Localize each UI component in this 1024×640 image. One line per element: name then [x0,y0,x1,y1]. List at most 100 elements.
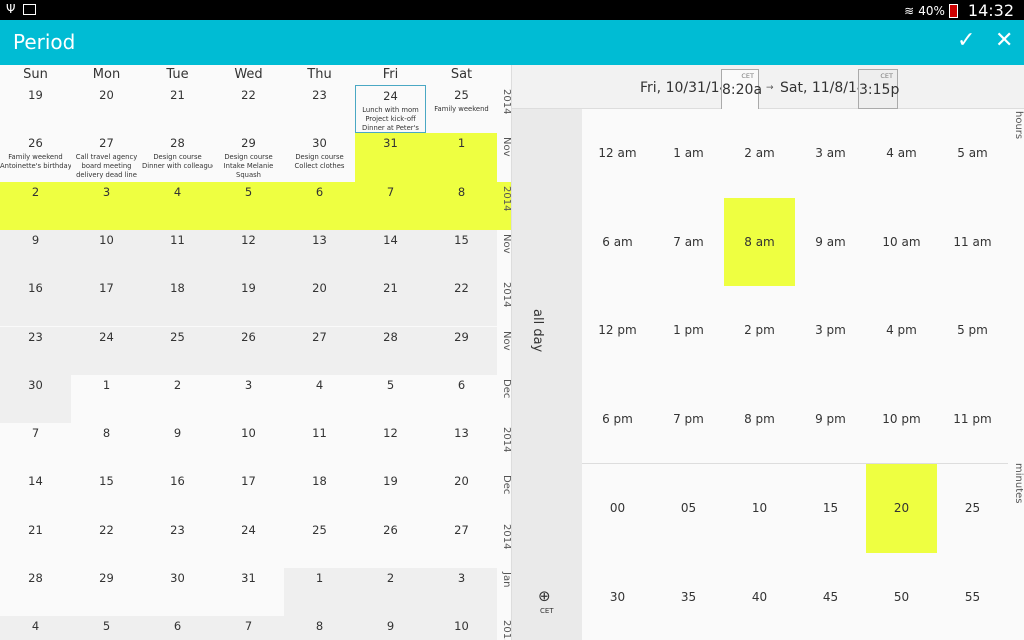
calendar-day[interactable]: 26 [213,326,284,375]
minute-option[interactable]: 55 [937,553,1008,640]
calendar-day[interactable]: 16 [0,278,71,327]
hour-option[interactable]: 11 am [937,198,1008,287]
calendar-day[interactable]: 25 [284,520,355,568]
calendar-day[interactable]: 2 [355,568,426,617]
calendar-day[interactable]: 24 [213,520,284,568]
calendar-day[interactable]: 3 [71,181,142,230]
calendar-day[interactable]: 4 [142,181,213,230]
calendar-day[interactable]: 20 [71,85,142,133]
calendar-day[interactable]: 23 [284,85,355,133]
calendar-day[interactable]: 22 [213,85,284,133]
calendar-day[interactable]: 29 Design course Intake Melanie Squash [213,133,284,181]
calendar-day[interactable]: 10 [426,616,497,640]
hour-option[interactable]: 10 pm [866,375,937,464]
calendar-day[interactable]: 1 [426,133,497,182]
calendar-day[interactable]: 8 [284,616,355,640]
minute-option[interactable]: 40 [724,553,795,640]
calendar-day[interactable]: 12 [213,229,284,279]
calendar-day[interactable]: 6 [284,181,355,230]
calendar-day[interactable]: 10 [71,229,142,279]
calendar-day[interactable]: 24 Lunch with mom Project kick-off Dinner a… [355,85,426,134]
hour-option[interactable]: 8 pm [724,375,795,464]
calendar-day[interactable]: 10 [213,423,284,471]
minute-option[interactable]: 05 [653,464,724,553]
calendar-day[interactable]: 26 [355,520,426,568]
calendar-day[interactable]: 5 [71,616,142,640]
calendar-day[interactable]: 6 [142,616,213,640]
close-button[interactable]: ✕ [995,28,1013,53]
calendar-day[interactable]: 18 [142,278,213,327]
minute-option[interactable]: 20 [866,464,937,553]
calendar-day[interactable]: 2 [142,375,213,423]
calendar-day[interactable]: 25 [142,326,213,375]
calendar-day[interactable]: 5 [355,375,426,423]
end-time-tab[interactable]: CET 3:15p [858,69,899,109]
calendar-day[interactable]: 16 [142,471,213,519]
calendar-day[interactable]: 20 [426,471,497,519]
calendar-day[interactable]: 15 [71,471,142,519]
calendar-day[interactable]: 3 [426,568,497,617]
calendar-day[interactable]: 19 [0,85,71,133]
calendar-day[interactable]: 9 [0,229,71,279]
hour-option[interactable]: 6 am [582,198,653,287]
minute-option[interactable]: 10 [724,464,795,553]
calendar-day[interactable]: 21 [355,278,426,327]
calendar-day[interactable]: 13 [426,423,497,471]
minute-option[interactable]: 15 [795,464,866,553]
hour-option[interactable]: 4 am [866,109,937,198]
hour-option[interactable]: 1 pm [653,286,724,375]
calendar-day[interactable]: 7 [213,616,284,640]
calendar-day[interactable]: 28 Design course Dinner with colleagues [142,133,213,181]
calendar-day[interactable]: 6 [426,375,497,423]
hour-option[interactable]: 1 am [653,109,724,198]
calendar-day[interactable]: 4 [284,375,355,423]
calendar-day[interactable]: 28 [355,326,426,375]
calendar-day[interactable]: 9 [355,616,426,640]
hour-option[interactable]: 2 am [724,109,795,198]
start-date[interactable]: Fri, 10/31/14 [640,80,728,96]
calendar-day[interactable]: 12 [355,423,426,471]
hour-option[interactable]: 2 pm [724,286,795,375]
calendar-day[interactable]: 19 [355,471,426,519]
calendar-day[interactable]: 5 [213,181,284,230]
calendar-day[interactable]: 20 [284,278,355,327]
calendar-day[interactable]: 21 [142,85,213,133]
calendar-day[interactable]: 19 [213,278,284,327]
end-date[interactable]: Sat, 11/8/14 [780,80,866,96]
calendar-day[interactable]: 14 [0,471,71,519]
calendar-day[interactable]: 13 [284,229,355,279]
calendar-day[interactable]: 23 [142,520,213,568]
minute-option[interactable]: 25 [937,464,1008,553]
hour-option[interactable]: 3 pm [795,286,866,375]
calendar-day[interactable]: 29 [71,568,142,616]
calendar-day[interactable]: 26 Family weekend Antoinette's birthday [0,133,71,181]
calendar-day[interactable]: 11 [142,229,213,279]
calendar-day[interactable]: 9 [142,423,213,471]
calendar-day[interactable]: 30 [0,374,71,424]
minute-option[interactable]: 00 [582,464,653,553]
minute-option[interactable]: 45 [795,553,866,640]
calendar-day[interactable]: 18 [284,471,355,519]
hour-option[interactable]: 5 am [937,109,1008,198]
calendar-day[interactable]: 7 [0,423,71,471]
hour-option[interactable]: 12 pm [582,286,653,375]
calendar-day[interactable]: 22 [71,520,142,568]
calendar-day[interactable]: 30 [142,568,213,616]
hour-option[interactable]: 6 pm [582,375,653,464]
hour-option[interactable]: 11 pm [937,375,1008,464]
hour-option[interactable]: 8 am [724,197,795,286]
calendar-day[interactable]: 8 [426,181,497,230]
calendar-day[interactable]: 27 [284,326,355,375]
calendar-day[interactable]: 17 [213,471,284,519]
calendar-day[interactable]: 23 [0,326,71,375]
calendar-day[interactable]: 29 [426,326,497,375]
hour-option[interactable]: 12 am [582,109,653,198]
calendar-day[interactable]: 30 Design course Collect clothes [284,133,355,181]
hour-option[interactable]: 9 pm [795,375,866,464]
start-time-tab[interactable]: CET 8:20a [721,69,762,109]
calendar-day[interactable]: 15 [426,229,497,279]
hour-option[interactable]: 9 am [795,198,866,287]
minute-option[interactable]: 35 [653,553,724,640]
calendar-day[interactable]: 31 [213,568,284,616]
calendar-day[interactable]: 4 [0,616,71,640]
